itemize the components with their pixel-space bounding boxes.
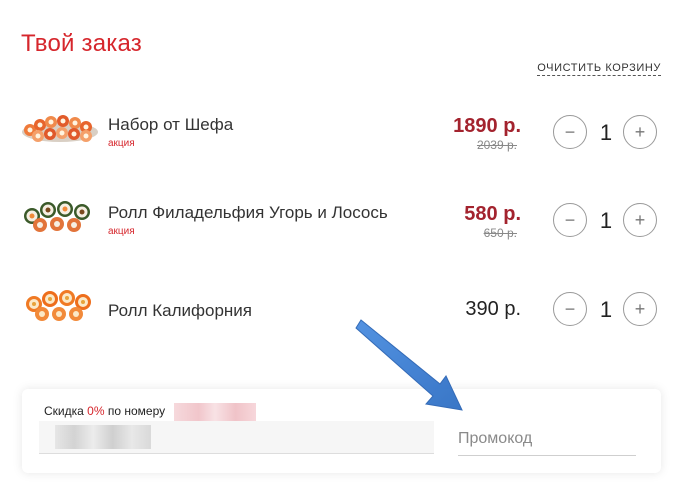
item-price: 390 р. (465, 298, 521, 320)
discount-label-suffix: по номеру (107, 404, 166, 419)
item-price: 580 р. (464, 203, 521, 225)
item-name: Ролл Калифорния (108, 301, 252, 320)
item-price: 1890 р. (453, 115, 521, 137)
increase-quantity-button[interactable]: + (623, 292, 657, 326)
redacted-phone-number (174, 403, 257, 421)
discount-percent: 0% (87, 404, 105, 419)
cart-item: Набор от Шефа акция 1890 р. 2039 р. − 1 … (0, 96, 683, 156)
item-name: Набор от Шефа (108, 115, 234, 134)
item-old-price: 650 р. (483, 226, 517, 240)
increase-quantity-button[interactable]: + (623, 115, 657, 149)
decrease-quantity-button[interactable]: − (553, 292, 587, 326)
phone-field[interactable] (39, 421, 434, 454)
quantity-value: 1 (599, 120, 613, 145)
item-name: Ролл Филадельфия Угорь и Лосось (108, 203, 388, 222)
item-old-price: 2039 р. (476, 138, 517, 152)
clear-cart-link[interactable]: ОЧИСТИТЬ КОРЗИНУ (537, 62, 661, 76)
quantity-value: 1 (599, 297, 613, 322)
increase-quantity-button[interactable]: + (623, 203, 657, 237)
discount-label: Скидка 0% по номеру (44, 403, 257, 421)
sushi-set-icon (22, 115, 98, 142)
sushi-roll-icon (26, 290, 91, 321)
promo-code-input[interactable] (458, 423, 636, 456)
decrease-quantity-button[interactable]: − (553, 203, 587, 237)
discount-panel: Скидка 0% по номеру (22, 389, 661, 473)
page-title: Твой заказ (21, 30, 142, 57)
cart-item: Ролл Филадельфия Угорь и Лосось акция 58… (0, 184, 683, 244)
promo-tag: акция (108, 138, 135, 149)
promo-tag: акция (108, 226, 135, 237)
sushi-roll-icon (24, 201, 90, 232)
discount-label-prefix: Скидка (44, 404, 84, 419)
decrease-quantity-button[interactable]: − (553, 115, 587, 149)
cart-item: Ролл Калифорния 390 р. − 1 + (0, 272, 683, 332)
quantity-value: 1 (599, 208, 613, 233)
redacted-phone-value (55, 425, 151, 449)
